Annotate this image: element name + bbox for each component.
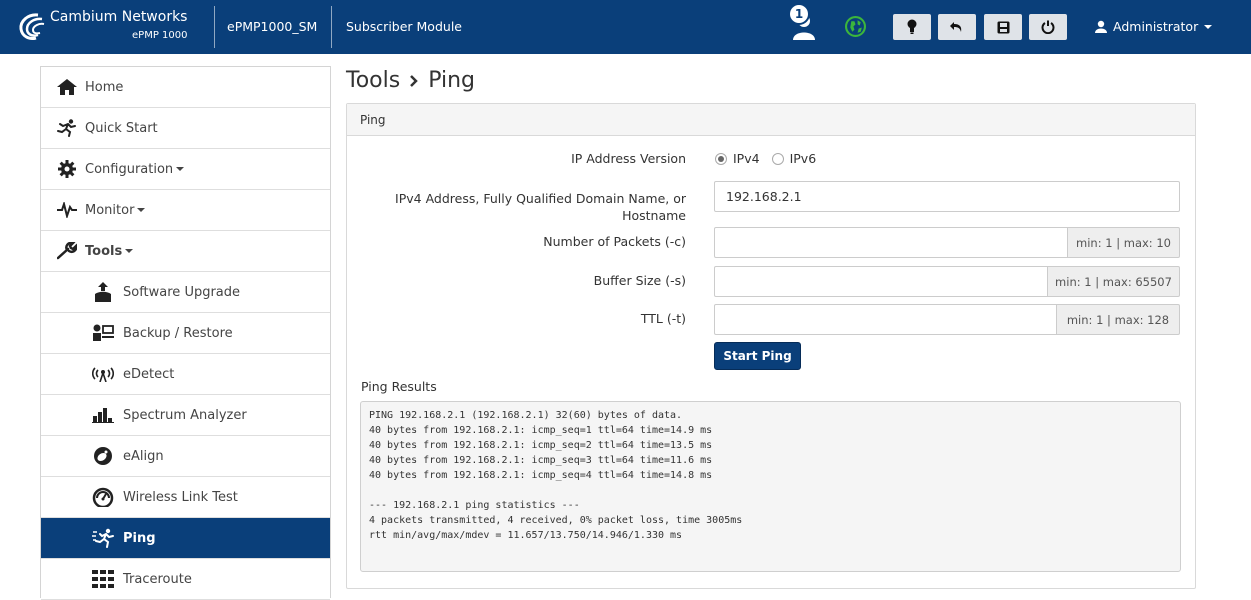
sidebar-item-software-upgrade[interactable]: Software Upgrade <box>41 272 330 313</box>
buffer-size-range-hint: min: 1 | max: 65507 <box>1048 266 1180 297</box>
ipv4-radio-label: IPv4 <box>733 151 760 166</box>
undo-icon <box>950 22 962 32</box>
gear-icon <box>55 159 79 179</box>
breadcrumb-current: Ping <box>428 68 476 93</box>
user-name: Administrator <box>1113 19 1199 34</box>
sidebar-item-label: Configuration <box>85 161 174 177</box>
undo-button[interactable] <box>938 14 976 40</box>
ping-results-output[interactable]: PING 192.168.2.1 (192.168.2.1) 32(60) by… <box>360 401 1181 572</box>
brand-name: Cambium Networks <box>50 9 188 25</box>
packets-label: Number of Packets (-c) <box>543 234 686 249</box>
start-ping-button[interactable]: Start Ping <box>714 342 801 370</box>
sidebar-item-label: Traceroute <box>123 571 192 587</box>
device-mode: Subscriber Module <box>346 19 462 34</box>
sidebar-item-label: Spectrum Analyzer <box>123 407 247 423</box>
header-divider <box>331 6 332 48</box>
sidebar-item-label: Home <box>85 79 124 95</box>
chevron-down-icon <box>125 249 134 253</box>
dish-icon <box>91 446 115 466</box>
panel-title: Ping <box>347 104 1195 136</box>
speedometer-icon <box>91 487 115 507</box>
reboot-button[interactable] <box>1029 14 1067 40</box>
packets-input[interactable] <box>714 227 1068 258</box>
user-menu[interactable]: Administrator <box>1095 19 1213 34</box>
sidebar-item-label: Quick Start <box>85 120 158 136</box>
sidebar-item-label: eAlign <box>123 448 164 464</box>
brand-model: ePMP 1000 <box>132 30 188 41</box>
header-divider <box>214 6 215 48</box>
chevron-right-icon <box>410 74 418 87</box>
sidebar-item-label: Monitor <box>85 202 135 218</box>
power-icon <box>1041 20 1055 34</box>
wrench-icon <box>55 241 79 261</box>
help-button[interactable] <box>893 14 931 40</box>
lightbulb-icon <box>907 19 917 34</box>
bar-chart-icon <box>91 405 115 425</box>
sidebar-item-label: Software Upgrade <box>123 284 241 300</box>
user-icon <box>1095 20 1107 33</box>
buffer-size-label: Buffer Size (-s) <box>593 273 686 288</box>
cambium-logo-icon <box>19 13 45 40</box>
chevron-down-icon <box>137 208 146 212</box>
save-icon <box>997 21 1009 33</box>
sidebar-item-monitor[interactable]: Monitor <box>41 190 330 231</box>
sidebar-item-label: Tools <box>85 243 123 259</box>
chevron-down-icon <box>1204 24 1213 29</box>
sidebar-item-spectrum-analyzer[interactable]: Spectrum Analyzer <box>41 395 330 436</box>
sidebar-item-wireless-link-test[interactable]: Wireless Link Test <box>41 477 330 518</box>
ping-panel: Ping IP Address Version IPv4 IPv6 IPv4 A… <box>346 103 1196 589</box>
software-upgrade-icon <box>91 282 115 302</box>
ipv6-radio[interactable] <box>771 152 784 165</box>
sidebar-item-label: Backup / Restore <box>123 325 233 341</box>
sidebar-item-quick-start[interactable]: Quick Start <box>41 108 330 149</box>
sidebar-item-ping[interactable]: Ping <box>41 518 330 559</box>
save-button[interactable] <box>984 14 1022 40</box>
ipv4-radio[interactable] <box>715 152 727 165</box>
brand: Cambium Networks ePMP 1000 <box>50 9 188 41</box>
backup-restore-icon <box>91 323 115 343</box>
breadcrumb-parent: Tools <box>346 68 401 93</box>
ttl-label: TTL (-t) <box>640 311 686 326</box>
home-icon <box>55 77 79 97</box>
ping-results-label: Ping Results <box>361 379 437 394</box>
sidebar-item-edetect[interactable]: eDetect <box>41 354 330 395</box>
buffer-size-input[interactable] <box>714 266 1048 297</box>
chevron-down-icon <box>176 167 185 171</box>
address-input[interactable]: 192.168.2.1 <box>714 181 1180 212</box>
globe-icon[interactable] <box>845 16 866 37</box>
sidebar-item-tools[interactable]: Tools <box>41 231 330 272</box>
sidebar-item-configuration[interactable]: Configuration <box>41 149 330 190</box>
sidebar-item-label: Wireless Link Test <box>123 489 238 505</box>
sidebar-item-label: eDetect <box>123 366 175 382</box>
ip-version-radio-group: IPv4 IPv6 <box>715 151 816 166</box>
top-navbar: Cambium Networks ePMP 1000 ePMP1000_SM S… <box>0 0 1251 54</box>
ping-icon <box>91 528 115 548</box>
antenna-icon <box>91 364 115 384</box>
sidebar-item-home[interactable]: Home <box>41 67 330 108</box>
sidebar-nav: Home Quick Start Configuration Monitor T… <box>40 66 331 600</box>
sidebar-item-ealign[interactable]: eAlign <box>41 436 330 477</box>
heartbeat-icon <box>55 200 79 220</box>
users-count-badge: 1 <box>788 3 810 25</box>
traceroute-icon <box>91 569 115 589</box>
ttl-range-hint: min: 1 | max: 128 <box>1057 304 1180 335</box>
packets-range-hint: min: 1 | max: 10 <box>1068 227 1180 258</box>
address-label: IPv4 Address, Fully Qualified Domain Nam… <box>395 191 686 223</box>
page-title: Tools Ping <box>346 68 475 93</box>
sidebar-item-traceroute[interactable]: Traceroute <box>41 559 330 600</box>
sidebar-item-backup-restore[interactable]: Backup / Restore <box>41 313 330 354</box>
running-man-icon <box>55 118 79 138</box>
device-name: ePMP1000_SM <box>227 19 318 34</box>
ip-version-label: IP Address Version <box>571 151 686 166</box>
sidebar-item-label: Ping <box>123 530 156 546</box>
ttl-input[interactable] <box>714 304 1057 335</box>
ipv6-radio-label: IPv6 <box>789 151 817 166</box>
